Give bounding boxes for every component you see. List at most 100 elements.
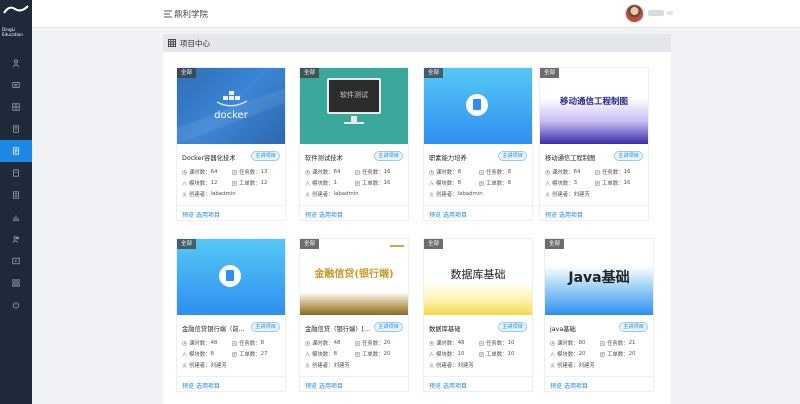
clipboard-icon: [479, 169, 484, 175]
user-name[interactable]: [648, 10, 664, 16]
project-card[interactable]: docker 全部 Docker容器化技术 主讲项目 课时数： 64 任务数： 13 模块数： 1…: [176, 67, 286, 221]
creator-stat: 创建者： labadmin: [182, 190, 236, 198]
person-icon: [545, 192, 550, 197]
sidebar-item-power[interactable]: [0, 294, 32, 316]
category-tag: 全部: [424, 239, 444, 249]
person-icon: [182, 192, 187, 197]
modules-stat: 模块数： 8: [305, 350, 337, 358]
select-project-link[interactable]: 选用项目: [196, 210, 220, 219]
sidebar-item-user[interactable]: [0, 52, 32, 74]
modules-stat: 模块数： 8: [429, 179, 461, 187]
card-actions: 预览 选用项目: [545, 376, 653, 392]
tasks-stat: 任务数： 8: [232, 339, 264, 347]
sidebar-item-message[interactable]: [0, 74, 32, 96]
ticket-icon: [600, 351, 605, 357]
preview-link[interactable]: 预览: [550, 381, 562, 390]
role-badge: 主讲项目: [251, 151, 280, 161]
sidebar-item-chart[interactable]: [0, 206, 32, 228]
sidebar-item-play[interactable]: [0, 250, 32, 272]
tasks-stat: 任务数： 16: [355, 168, 390, 176]
project-card[interactable]: 移动通信工程制图 全部 移动通信工程制图 主讲项目 课时数： 64 任务数： 16 模块数： 3 工…: [539, 67, 649, 221]
tasks-stat: 任务数： 21: [600, 339, 635, 347]
clock-icon: [305, 169, 310, 175]
project-card[interactable]: Java基础 全部 java基础 主讲项目 课时数： 80 任务数： 21 模块数： 20 工单数：…: [544, 238, 654, 392]
project-thumbnail[interactable]: Java基础 全部: [545, 239, 653, 315]
preview-link[interactable]: 预览: [545, 210, 557, 219]
sidebar-item-book[interactable]: [0, 118, 32, 140]
menu-icon[interactable]: [163, 9, 173, 19]
logo-wave-icon: [3, 5, 29, 14]
sidebar-item-apps[interactable]: [0, 272, 32, 294]
person-icon: [182, 363, 187, 368]
preview-link[interactable]: 预览: [429, 210, 441, 219]
orders-stat: 工单数： 8: [479, 179, 511, 187]
select-project-link[interactable]: 选用项目: [319, 381, 343, 390]
project-thumbnail[interactable]: 全部: [424, 68, 532, 144]
select-project-link[interactable]: 选用项目: [443, 381, 467, 390]
user-icon: [12, 59, 20, 67]
creator-stat: 创建者： 刘建芳: [550, 361, 595, 369]
select-project-link[interactable]: 选用项目: [319, 210, 343, 219]
project-thumbnail[interactable]: 金融信贷(银行端) 全部: [300, 239, 408, 315]
sidebar-item-file[interactable]: [0, 162, 32, 184]
panel-title: 项目中心: [180, 39, 210, 48]
clipboard-icon: [232, 169, 237, 175]
preview-link[interactable]: 预览: [305, 381, 317, 390]
project-card[interactable]: 软件测试 全部 软件测试技术 主讲项目 课时数： 64 任务数： 16 模块数： 1 工单数： 16 创…: [299, 67, 409, 221]
play-icon: [12, 257, 20, 265]
sidebar-item-projects[interactable]: [0, 140, 32, 162]
sidebar-item-users[interactable]: [0, 228, 32, 250]
clipboard-icon: [355, 169, 360, 175]
project-thumbnail[interactable]: 全部: [177, 239, 285, 315]
person-icon: [429, 363, 434, 368]
panel-header: 项目中心: [163, 34, 671, 52]
preview-link[interactable]: 预览: [182, 210, 194, 219]
apps-icon: [12, 279, 20, 287]
logo-text-line2: Education: [2, 32, 23, 37]
thumb-text: 软件测试: [340, 91, 368, 99]
docker-logo-icon: [177, 88, 285, 144]
project-thumbnail[interactable]: docker 全部: [177, 68, 285, 144]
clock-icon: [305, 340, 310, 346]
card-actions: 预览 选用项目: [424, 376, 532, 392]
preview-link[interactable]: 预览: [182, 381, 194, 390]
project-card[interactable]: 全部 金融信贷银行端（前... 主讲项目 课时数： 48 任务数： 8 模块数： 8 工单数： 27…: [176, 238, 286, 392]
clock-icon: [545, 169, 550, 175]
creator-stat: 创建者： 刘建芳: [305, 361, 350, 369]
users-icon: [12, 236, 20, 243]
card-actions: 预览 选用项目: [177, 205, 285, 221]
project-card[interactable]: 全部 职素能力培养 主讲项目 课时数： 8 任务数： 8 模块数： 8 工单数： 8 创建者： laba…: [423, 67, 533, 221]
project-name: 软件测试技术: [305, 155, 343, 162]
preview-link[interactable]: 预览: [429, 381, 441, 390]
person-icon: [305, 192, 310, 197]
person-icon: [305, 363, 310, 368]
creator-stat: 创建者： labadmin: [429, 190, 483, 198]
clipboard-icon: [355, 340, 360, 346]
preview-link[interactable]: 预览: [305, 210, 317, 219]
select-project-link[interactable]: 选用项目: [559, 210, 583, 219]
avatar[interactable]: [625, 4, 644, 23]
orders-stat: 工单数： 16: [355, 179, 390, 187]
tasks-stat: 任务数： 10: [479, 339, 514, 347]
role-badge: 主讲项目: [498, 322, 527, 332]
hours-stat: 课时数： 64: [182, 168, 217, 176]
sidebar-item-grid[interactable]: [0, 96, 32, 118]
table-icon: [168, 39, 176, 47]
project-name: 金融信贷银行端（前...: [182, 326, 245, 333]
select-project-link[interactable]: 选用项目: [564, 381, 588, 390]
app-title: 鼎利学院: [174, 10, 209, 20]
project-thumbnail[interactable]: 数据库基础 全部: [424, 239, 532, 315]
card-actions: 预览 选用项目: [540, 205, 648, 221]
project-card[interactable]: 数据库基础 全部 数据库基础 主讲项目 课时数： 48 任务数： 10 模块数： 10 工单数： 10…: [423, 238, 533, 392]
user-menu-caret[interactable]: [667, 11, 673, 15]
sidebar-item-file-list[interactable]: [0, 184, 32, 206]
category-tag: 全部: [300, 68, 320, 78]
orders-stat: 工单数： 20: [355, 350, 390, 358]
project-thumbnail[interactable]: 软件测试 全部: [300, 68, 408, 144]
ticket-icon: [595, 180, 600, 186]
project-thumbnail[interactable]: 移动通信工程制图 全部: [540, 68, 648, 144]
project-card[interactable]: 金融信贷(银行端) 全部 金融信贷（银行端）[... 主讲项目 课时数： 48 任务数： 20…: [299, 238, 409, 392]
select-project-link[interactable]: 选用项目: [196, 381, 220, 390]
select-project-link[interactable]: 选用项目: [443, 210, 467, 219]
hours-stat: 课时数： 48: [305, 339, 340, 347]
